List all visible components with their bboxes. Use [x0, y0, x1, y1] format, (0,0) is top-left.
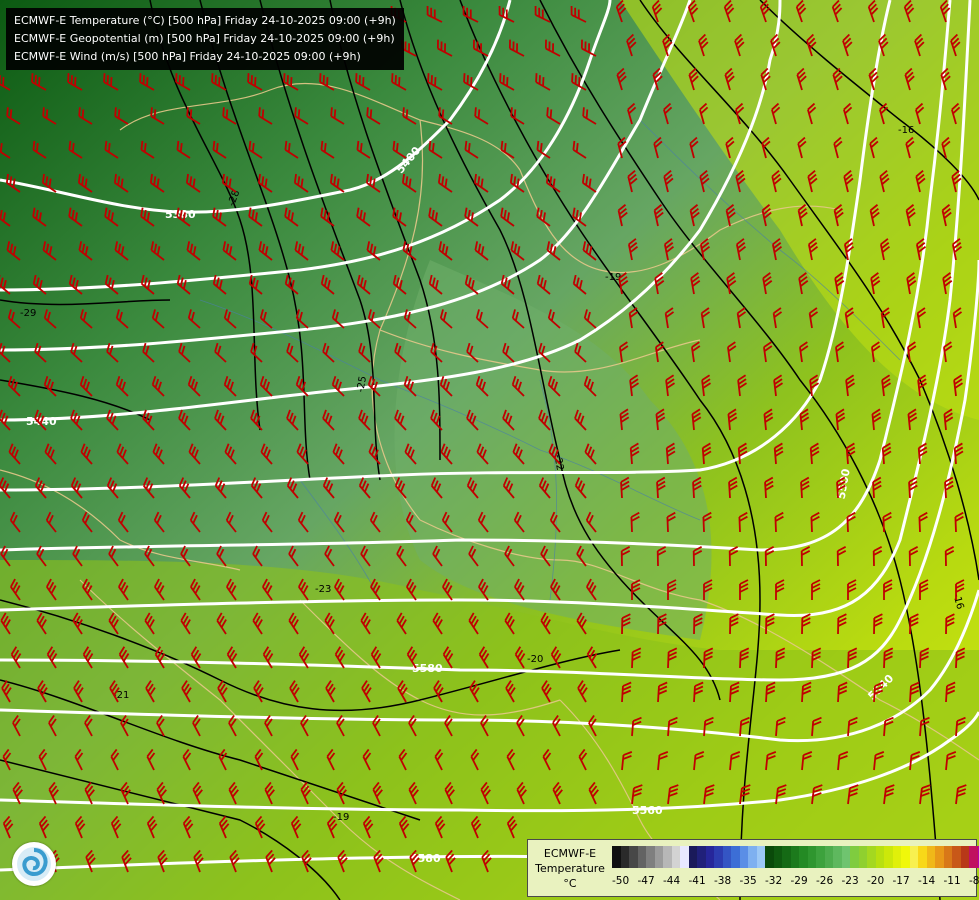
legend-swatch [697, 846, 706, 868]
legend-swatch [799, 846, 808, 868]
legend-swatch [909, 846, 918, 868]
isotherm-label: -19 [333, 812, 349, 823]
legend-tick-label: -47 [637, 875, 655, 887]
legend-tick-label: -35 [739, 875, 757, 887]
legend-tick-label: -26 [816, 875, 834, 887]
map-viewer: 5380 5400 5440 5580 5560 5580 5540 5500 … [0, 0, 979, 900]
forecast-map: 5380 5400 5440 5580 5560 5580 5540 5500 … [0, 0, 979, 900]
legend-tick-label: -50 [612, 875, 630, 887]
legend-swatch [663, 846, 672, 868]
legend-unit: °C [563, 877, 577, 890]
legend-swatch [790, 846, 799, 868]
legend-swatch [671, 846, 680, 868]
legend-swatch [739, 846, 748, 868]
legend-swatch [952, 846, 961, 868]
legend-swatch [629, 846, 638, 868]
legend-swatch [620, 846, 629, 868]
swirl-icon [17, 847, 51, 881]
legend-tick-label: -14 [918, 875, 936, 887]
legend-tick-label: -20 [867, 875, 885, 887]
temperature-legend: ECMWF-E Temperature °C -50 -47 -44 -41 -38 -3… [527, 839, 979, 897]
isotherm-label: -23 [315, 584, 331, 595]
legend-swatch [688, 846, 697, 868]
legend-swatch [935, 846, 944, 868]
legend-tick-label: -8 [969, 875, 979, 887]
provider-logo [12, 842, 56, 886]
legend-title: ECMWF-E Temperature °C [534, 846, 606, 891]
isotherm-label: -20 [527, 654, 543, 665]
legend-color-bar [612, 846, 979, 868]
legend-swatch [926, 846, 935, 868]
legend-swatch [884, 846, 893, 868]
contour-label: 5580 [412, 662, 443, 675]
legend-tick-label: -23 [841, 875, 859, 887]
legend-model: ECMWF-E [543, 847, 597, 860]
legend-swatch [748, 846, 757, 868]
legend-tick-label: -32 [765, 875, 783, 887]
legend-swatch [816, 846, 825, 868]
legend-swatch [960, 846, 969, 868]
legend-tick-label: -41 [688, 875, 706, 887]
legend-swatch [705, 846, 714, 868]
legend-swatch [722, 846, 731, 868]
legend-swatch [654, 846, 663, 868]
legend-swatch [646, 846, 655, 868]
legend-swatch [833, 846, 842, 868]
legend-swatch [841, 846, 850, 868]
legend-swatch [714, 846, 723, 868]
legend-tick-label: -11 [943, 875, 961, 887]
map-title-box: ECMWF-E Temperature (°C) [500 hPa] Frida… [6, 8, 404, 70]
legend-swatch [892, 846, 901, 868]
legend-swatch [680, 846, 689, 868]
legend-swatch [782, 846, 791, 868]
legend-swatch [756, 846, 765, 868]
legend-swatch [773, 846, 782, 868]
legend-swatch [850, 846, 859, 868]
legend-tick-label: -29 [790, 875, 808, 887]
legend-variable: Temperature [535, 862, 605, 875]
legend-ticks: -50 -47 -44 -41 -38 -35 -32 -29 -26 -23 -20 -17 -14-… [612, 875, 979, 887]
legend-swatch [637, 846, 646, 868]
legend-swatch [969, 846, 978, 868]
legend-swatch [901, 846, 910, 868]
legend-swatch [918, 846, 927, 868]
isotherm-label: -16 [898, 125, 914, 136]
legend-swatch [612, 846, 621, 868]
legend-swatch [807, 846, 816, 868]
legend-swatch [731, 846, 740, 868]
legend-swatch [875, 846, 884, 868]
legend-swatch [858, 846, 867, 868]
legend-swatch [765, 846, 774, 868]
temperature-title: ECMWF-E Temperature (°C) [500 hPa] Frida… [14, 14, 396, 27]
wind-title: ECMWF-E Wind (m/s) [500 hPa] Friday 24-1… [14, 50, 361, 63]
contour-label: 5560 [632, 804, 663, 817]
geopotential-title: ECMWF-E Geopotential (m) [500 hPa] Frida… [14, 32, 395, 45]
legend-swatch [867, 846, 876, 868]
isotherm-label: -29 [20, 308, 36, 319]
legend-swatch [824, 846, 833, 868]
legend-tick-label: -17 [892, 875, 910, 887]
legend-tick-label: -44 [663, 875, 681, 887]
legend-swatch [943, 846, 952, 868]
legend-tick-label: -38 [714, 875, 732, 887]
